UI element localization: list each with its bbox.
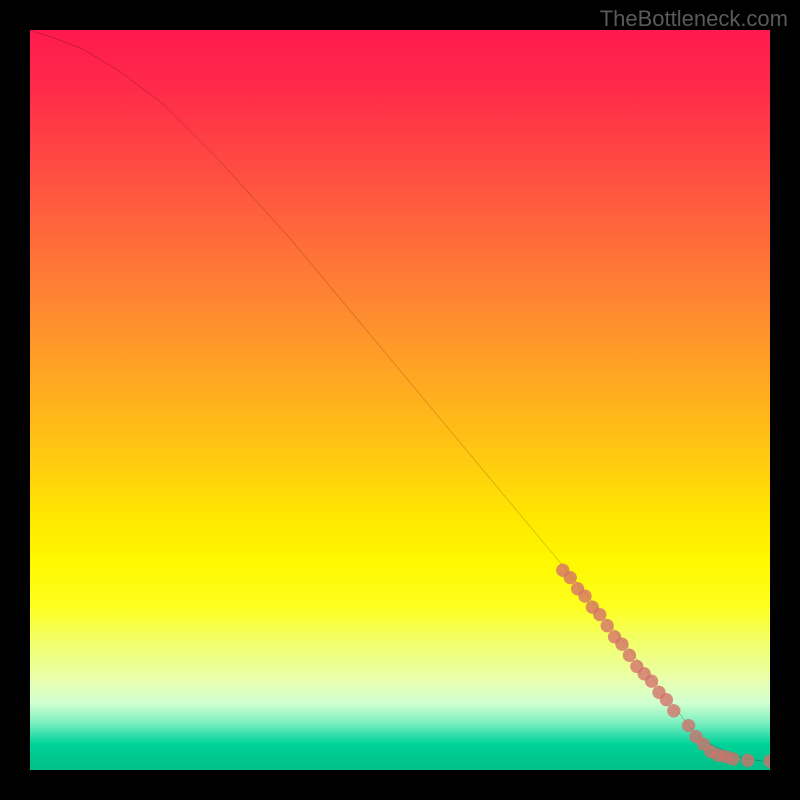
watermark-text: TheBottleneck.com bbox=[600, 6, 788, 32]
data-point bbox=[593, 608, 606, 621]
data-point bbox=[667, 704, 680, 717]
chart-plot-area bbox=[30, 30, 770, 770]
data-point bbox=[726, 752, 739, 765]
data-point bbox=[645, 675, 658, 688]
chart-svg-layer bbox=[30, 30, 770, 770]
data-point bbox=[660, 693, 673, 706]
data-point bbox=[763, 754, 770, 767]
data-point bbox=[741, 754, 754, 767]
chart-scatter-points bbox=[556, 564, 770, 768]
data-point bbox=[601, 619, 614, 632]
data-point bbox=[564, 571, 577, 584]
chart-curve bbox=[30, 30, 770, 761]
data-point bbox=[578, 589, 591, 602]
data-point bbox=[623, 649, 636, 662]
data-point bbox=[682, 719, 695, 732]
data-point bbox=[615, 638, 628, 651]
